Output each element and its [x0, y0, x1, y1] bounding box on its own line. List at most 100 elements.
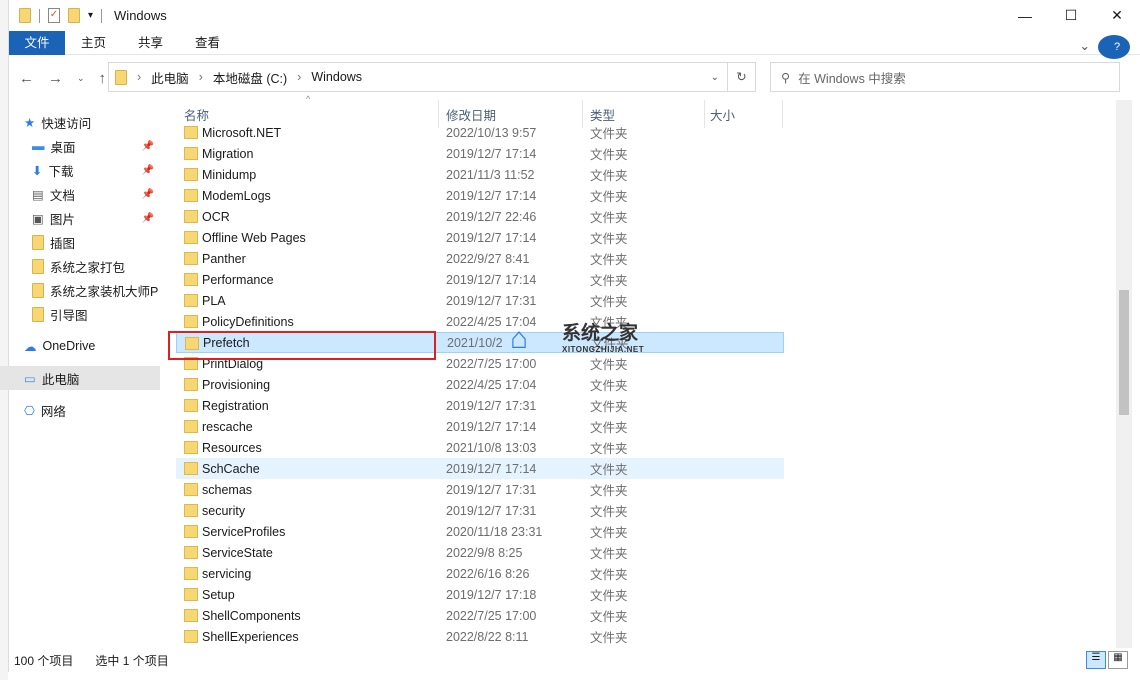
file-row[interactable]: servicing 2022/6/16 8:26 文件夹: [176, 563, 784, 584]
tab-file[interactable]: 文件: [9, 30, 65, 55]
column-date[interactable]: 修改日期: [446, 105, 496, 124]
tab-view[interactable]: 查看: [179, 31, 236, 55]
file-row[interactable]: ModemLogs 2019/12/7 17:14 文件夹: [176, 185, 784, 206]
breadcrumb-windows[interactable]: Windows: [311, 70, 362, 84]
file-row[interactable]: ShellExperiences 2022/8/22 8:11 文件夹: [176, 626, 784, 647]
breadcrumb-local-disk[interactable]: 本地磁盘 (C:): [213, 68, 287, 87]
minimize-button[interactable]: —: [1002, 0, 1048, 31]
column-name[interactable]: 名称: [184, 105, 209, 124]
sidebar-item[interactable]: 系统之家打包: [0, 254, 160, 278]
file-row[interactable]: Minidump 2021/11/3 11:52 文件夹: [176, 164, 784, 185]
file-name: Migration: [202, 146, 254, 161]
sidebar-item[interactable]: ★ 快速访问: [0, 110, 160, 134]
file-date: 2019/12/7 17:14: [446, 419, 537, 434]
file-type: 文件夹: [590, 526, 628, 540]
close-button[interactable]: ✕: [1094, 0, 1140, 31]
file-type: 文件夹: [590, 253, 628, 267]
file-row[interactable]: Setup 2019/12/7 17:18 文件夹: [176, 584, 784, 605]
sidebar-item[interactable]: ☁ OneDrive: [0, 334, 160, 358]
sidebar-item[interactable]: 引导图: [0, 302, 160, 326]
file-date: 2019/12/7 17:14: [446, 272, 537, 287]
details-view-button[interactable]: ☰: [1086, 651, 1106, 669]
address-dropdown-icon[interactable]: ⌄: [711, 72, 719, 83]
file-date: 2019/12/7 17:31: [446, 482, 537, 497]
folder-icon: [32, 306, 44, 322]
file-type: 文件夹: [590, 295, 628, 309]
file-type: 文件夹: [590, 484, 628, 498]
refresh-button[interactable]: ↻: [728, 62, 756, 92]
file-row[interactable]: PolicyDefinitions 2022/4/25 17:04 文件夹: [176, 311, 784, 332]
file-date: 2019/12/7 17:14: [446, 146, 537, 161]
file-type: 文件夹: [590, 631, 628, 645]
maximize-button[interactable]: ☐: [1048, 0, 1094, 31]
file-row[interactable]: Provisioning 2022/4/25 17:04 文件夹: [176, 374, 784, 395]
sidebar-item[interactable]: ▭ 此电脑: [0, 366, 160, 390]
help-button[interactable]: ?: [1098, 35, 1130, 59]
file-name: schemas: [202, 482, 253, 497]
folder-icon: [184, 399, 198, 412]
new-folder-icon[interactable]: [68, 8, 80, 23]
file-row[interactable]: Offline Web Pages 2019/12/7 17:14 文件夹: [176, 227, 784, 248]
pin-icon: 📌: [141, 140, 154, 152]
file-row[interactable]: Migration 2019/12/7 17:14 文件夹: [176, 143, 784, 164]
sidebar-item[interactable]: 插图: [0, 230, 160, 254]
sidebar-item[interactable]: 系统之家装机大师P: [0, 278, 160, 302]
forward-button[interactable]: →: [48, 70, 63, 87]
file-row[interactable]: ServiceState 2022/9/8 8:25 文件夹: [176, 542, 784, 563]
file-row[interactable]: ServiceProfiles 2020/11/18 23:31 文件夹: [176, 521, 784, 542]
file-row[interactable]: schemas 2019/12/7 17:31 文件夹: [176, 479, 784, 500]
file-row[interactable]: SchCache 2019/12/7 17:14 文件夹: [176, 458, 784, 479]
sidebar-item-label: 此电脑: [41, 372, 80, 387]
folder-icon: [115, 69, 127, 85]
file-type: 文件夹: [590, 610, 628, 624]
file-name: Performance: [202, 272, 274, 287]
folder-icon: [32, 282, 44, 298]
address-bar[interactable]: › 此电脑 › 本地磁盘 (C:) › Windows ⌄: [108, 62, 728, 92]
file-type: 文件夹: [590, 463, 628, 477]
file-list: ^ 名称 修改日期 类型 大小 Microsoft.NET 2022/10/13 …: [172, 94, 1112, 647]
file-type: 文件夹: [590, 358, 628, 372]
large-icons-view-button[interactable]: ▦: [1108, 651, 1128, 669]
view-switcher: ☰ ▦: [1086, 651, 1128, 669]
file-row[interactable]: security 2019/12/7 17:31 文件夹: [176, 500, 784, 521]
breadcrumb-this-pc[interactable]: 此电脑: [151, 68, 189, 87]
sidebar-item[interactable]: ▤ 文档 📌: [0, 182, 160, 206]
customize-toolbar-icon[interactable]: ▾: [88, 10, 93, 21]
file-row[interactable]: Panther 2022/9/27 8:41 文件夹: [176, 248, 784, 269]
file-row[interactable]: ShellComponents 2022/7/25 17:00 文件夹: [176, 605, 784, 626]
sidebar-item[interactable]: ▬ 桌面 📌: [0, 134, 160, 158]
sidebar-item[interactable]: ⎔ 网络: [0, 398, 160, 422]
vertical-scrollbar[interactable]: [1116, 100, 1132, 648]
folder-icon: [19, 8, 31, 23]
search-placeholder: 在 Windows 中搜索: [798, 71, 906, 86]
scrollbar-thumb[interactable]: [1119, 290, 1129, 415]
file-name: rescache: [202, 419, 253, 434]
column-type[interactable]: 类型: [590, 105, 615, 124]
file-type: 文件夹: [590, 442, 628, 456]
folder-icon: [184, 147, 198, 160]
properties-icon[interactable]: ✓: [48, 8, 60, 23]
file-type: 文件夹: [590, 400, 628, 414]
file-row[interactable]: Resources 2021/10/8 13:03 文件夹: [176, 437, 784, 458]
file-type: 文件夹: [590, 211, 628, 225]
file-name: PLA: [202, 293, 226, 308]
sidebar-item-label: 快速访问: [41, 116, 92, 131]
file-row[interactable]: rescache 2019/12/7 17:14 文件夹: [176, 416, 784, 437]
column-size[interactable]: 大小: [710, 105, 735, 124]
sidebar-item-label: 系统之家打包: [50, 260, 126, 275]
sidebar-item[interactable]: ⬇ 下载 📌: [0, 158, 160, 182]
up-button[interactable]: ↑: [99, 70, 107, 87]
tab-share[interactable]: 共享: [122, 31, 179, 55]
recent-locations-button[interactable]: ⌄: [77, 73, 85, 84]
file-row[interactable]: Performance 2019/12/7 17:14 文件夹: [176, 269, 784, 290]
back-button[interactable]: ←: [19, 70, 34, 87]
tab-home[interactable]: 主页: [65, 31, 122, 55]
file-row[interactable]: Microsoft.NET 2022/10/13 9:57 文件夹: [176, 122, 784, 143]
file-date: 2019/12/7 17:31: [446, 293, 537, 308]
file-row[interactable]: Registration 2019/12/7 17:31 文件夹: [176, 395, 784, 416]
file-date: 2021/11/3 11:52: [446, 167, 535, 182]
search-input[interactable]: ⚲ 在 Windows 中搜索: [770, 62, 1120, 92]
file-row[interactable]: OCR 2019/12/7 22:46 文件夹: [176, 206, 784, 227]
file-row[interactable]: PLA 2019/12/7 17:31 文件夹: [176, 290, 784, 311]
sidebar-item[interactable]: ▣ 图片 📌: [0, 206, 160, 230]
